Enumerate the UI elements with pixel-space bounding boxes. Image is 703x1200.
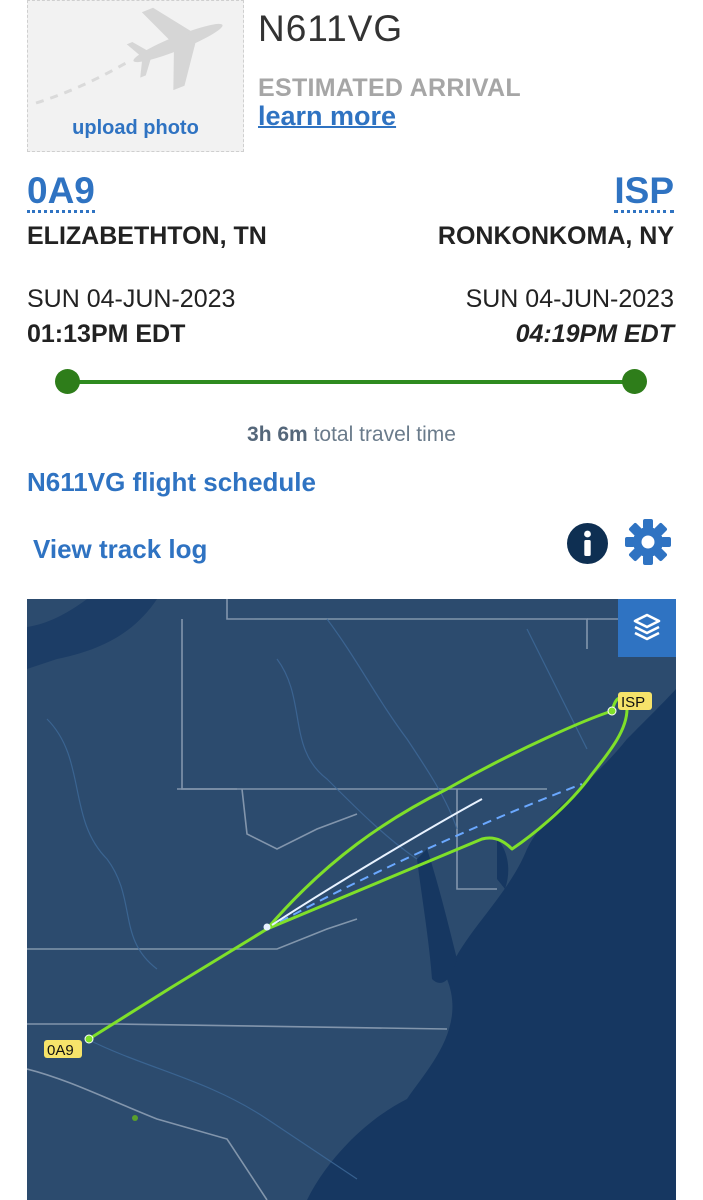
destination-city: RONKONKOMA, NY	[437, 222, 674, 250]
origin-airport-code[interactable]: 0A9	[27, 172, 95, 213]
travel-duration: 3h 6m	[247, 423, 308, 446]
gear-icon[interactable]	[624, 518, 672, 566]
total-travel-time: 3h 6m total travel time	[0, 423, 703, 447]
travel-suffix: total travel time	[313, 423, 456, 446]
tail-number: N611VG	[258, 8, 404, 49]
flight-status: ESTIMATED ARRIVAL	[258, 74, 521, 102]
bay	[417, 849, 457, 983]
layers-icon[interactable]	[618, 599, 676, 657]
arrival-time: 04:19PM EDT	[515, 320, 674, 348]
flight-progress-bar	[67, 380, 634, 384]
origin-city: ELIZABETHTON, TN	[27, 222, 267, 250]
upload-photo-link[interactable]: upload photo	[28, 117, 243, 140]
flight-map[interactable]: 0A9 ISP	[27, 599, 676, 1200]
origin-map-label: 0A9	[47, 1042, 74, 1059]
aircraft-photo-placeholder[interactable]: upload photo	[27, 0, 244, 152]
destination-marker	[607, 706, 617, 716]
flight-schedule-link[interactable]: N611VG flight schedule	[27, 467, 316, 498]
destination-airport-code[interactable]: ISP	[614, 172, 674, 213]
origin-marker	[84, 1034, 94, 1044]
atlantic-ocean	[307, 599, 676, 1200]
departure-date: SUN 04-JUN-2023	[27, 285, 236, 313]
departure-time: 01:13PM EDT	[27, 320, 186, 348]
destination-map-label: ISP	[621, 694, 645, 711]
learn-more-link[interactable]: learn more	[258, 101, 396, 132]
origin-progress-dot	[55, 369, 80, 394]
view-track-log-link[interactable]: View track log	[33, 534, 207, 565]
arrival-date: SUN 04-JUN-2023	[465, 285, 674, 313]
destination-progress-dot	[622, 369, 647, 394]
map-canvas[interactable]: 0A9 ISP	[27, 599, 676, 1200]
info-icon[interactable]	[567, 523, 608, 564]
